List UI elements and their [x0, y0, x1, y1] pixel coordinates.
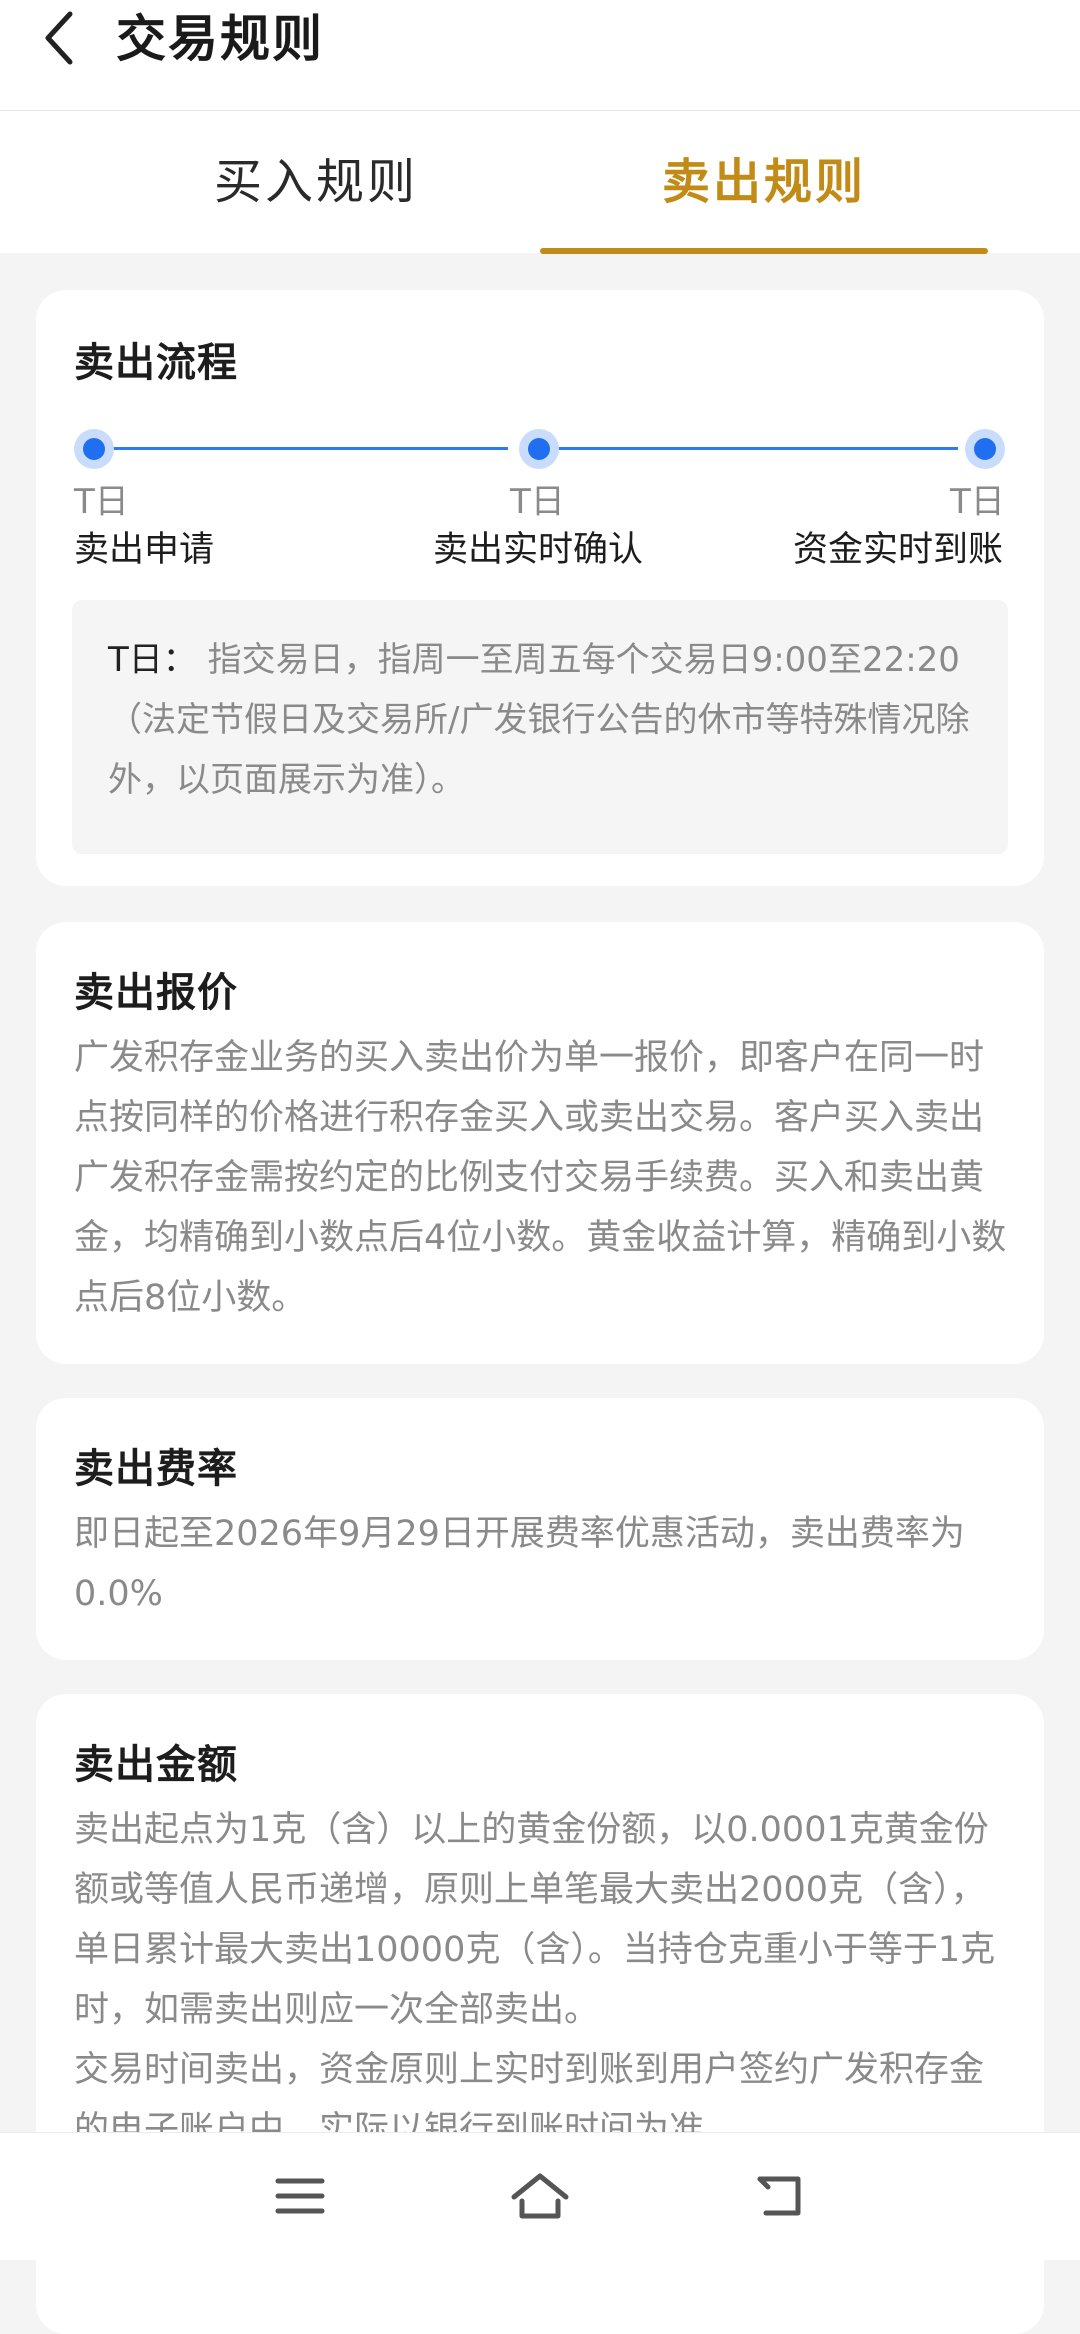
- menu-button[interactable]: [265, 2161, 335, 2231]
- back-button[interactable]: [30, 8, 90, 68]
- sell-quote-body: 广发积存金业务的买入卖出价为单一报价，即客户在同一时点按同样的价格进行积存金买入…: [74, 1038, 1007, 1318]
- step-3-day: T日: [950, 482, 1005, 522]
- progress-line-2: [544, 447, 958, 450]
- return-button[interactable]: [745, 2161, 815, 2231]
- sell-fee-body: 即日起至2026年9月29日开展费率优惠活动，卖出费率为0.0%: [74, 1514, 965, 1614]
- step-dot-3: [965, 429, 1005, 469]
- step-2-day: T日: [510, 482, 565, 522]
- menu-icon: [275, 2178, 325, 2214]
- home-button[interactable]: [505, 2161, 575, 2231]
- home-icon: [511, 2173, 569, 2219]
- sell-amount-paragraph-1: 卖出起点为1克（含）以上的黄金份额，以0.0001克黄金份额或等值人民币递增，原…: [74, 1810, 996, 2030]
- sell-fee-card: 卖出费率 即日起至2026年9月29日开展费率优惠活动，卖出费率为0.0%: [36, 1398, 1044, 1660]
- page-title: 交易规则: [116, 10, 324, 68]
- chevron-left-icon: [45, 11, 73, 65]
- sell-process-card: 卖出流程 T日 T日 T日 卖出申请 卖出实时确认 资金实时到账 T日： 指交易…: [36, 290, 1044, 886]
- t-day-definition: 指交易日，指周一至周五每个交易日9:00至22:20（法定节假日及交易所/广发银…: [108, 640, 970, 800]
- step-2-label: 卖出实时确认: [433, 530, 644, 570]
- sell-process-title: 卖出流程: [74, 340, 238, 386]
- step-1-day: T日: [74, 482, 129, 522]
- system-nav-bar: [0, 2132, 1080, 2260]
- sell-amount-body: 卖出起点为1克（含）以上的黄金份额，以0.0001克黄金份额或等值人民币递增，原…: [74, 1800, 1014, 2160]
- t-day-note: T日： 指交易日，指周一至周五每个交易日9:00至22:20（法定节假日及交易所…: [72, 600, 1008, 854]
- progress-line-1: [94, 447, 508, 450]
- sell-quote-card: 卖出报价 广发积存金业务的买入卖出价为单一报价，即客户在同一时点按同样的价格进行…: [36, 922, 1044, 1364]
- return-icon: [757, 2176, 801, 2216]
- step-dot-2: [519, 429, 559, 469]
- active-tab-indicator: [540, 248, 988, 254]
- tab-buy-rules[interactable]: 买入规则: [92, 111, 540, 253]
- step-3-label: 资金实时到账: [793, 530, 1004, 570]
- sell-amount-title: 卖出金额: [74, 1742, 238, 1788]
- top-bar: 交易规则: [0, 0, 1080, 111]
- t-day-term: T日：: [108, 640, 197, 680]
- tab-bar: 买入规则 卖出规则: [0, 111, 1080, 254]
- tab-sell-rules[interactable]: 卖出规则: [540, 111, 988, 253]
- sell-quote-title: 卖出报价: [74, 970, 238, 1016]
- sell-fee-title: 卖出费率: [74, 1446, 238, 1492]
- step-dot-1: [74, 429, 114, 469]
- step-1-label: 卖出申请: [74, 530, 215, 570]
- t-day-note-text: T日： 指交易日，指周一至周五每个交易日9:00至22:20（法定节假日及交易所…: [108, 630, 988, 810]
